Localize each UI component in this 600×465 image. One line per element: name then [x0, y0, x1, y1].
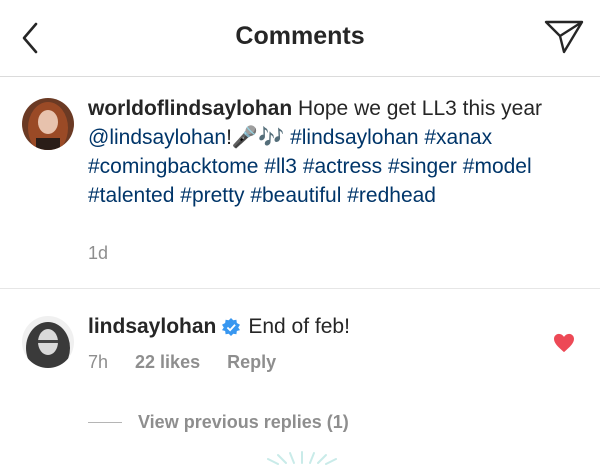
avatar-image — [22, 98, 74, 150]
microphone-emoji: 🎤 — [231, 126, 259, 149]
hashtag-link[interactable]: #actress — [303, 155, 382, 178]
verified-badge-icon — [222, 317, 241, 336]
hashtag-link[interactable]: #singer — [388, 155, 457, 178]
reply-comment: lindsaylohan End of feb! — [88, 312, 350, 341]
hashtag-link[interactable]: #redhead — [347, 184, 436, 207]
share-button[interactable] — [542, 16, 586, 56]
hashtag-link[interactable]: #beautiful — [250, 184, 341, 207]
hashtag-link[interactable]: #pretty — [180, 184, 244, 207]
caption-username[interactable]: worldoflindsaylohan — [88, 97, 292, 120]
reply-timestamp: 7h — [88, 352, 109, 372]
hashtag-link[interactable]: #comingbacktome — [88, 155, 258, 178]
heart-filled-icon[interactable] — [553, 333, 575, 353]
hashtag-link[interactable]: #model — [463, 155, 532, 178]
avatar[interactable] — [22, 316, 74, 368]
caption-body: Hope we get LL3 this year — [298, 97, 543, 120]
header-bar: Comments — [0, 0, 600, 77]
music-notes-emoji: 🎶 — [258, 126, 285, 149]
reply-button[interactable]: Reply — [227, 352, 276, 373]
reply-text: End of feb! — [248, 315, 350, 338]
reply-meta: 7h 22 likes Reply — [88, 352, 276, 373]
avatar[interactable] — [22, 98, 74, 150]
hashtag-link[interactable]: #ll3 — [264, 155, 297, 178]
paper-plane-icon — [544, 20, 584, 54]
mention-link[interactable]: @lindsaylohan — [88, 126, 226, 149]
divider — [0, 288, 600, 289]
reply-username[interactable]: lindsaylohan — [88, 312, 216, 341]
caption-timestamp: 1d — [88, 243, 109, 263]
likes-count[interactable]: 22 likes — [135, 352, 200, 373]
loading-spinner-icon — [267, 451, 337, 465]
view-previous-replies[interactable]: View previous replies (1) — [88, 412, 349, 433]
caption-text: worldoflindsaylohan Hope we get LL3 this… — [88, 94, 578, 210]
view-replies-label: View previous replies (1) — [138, 412, 349, 432]
page-title: Comments — [235, 22, 365, 50]
avatar-image — [22, 316, 74, 368]
hashtag-link[interactable]: #lindsaylohan — [290, 126, 418, 149]
replies-line — [88, 422, 122, 423]
hashtag-link[interactable]: #talented — [88, 184, 174, 207]
hashtag-link[interactable]: #xanax — [424, 126, 492, 149]
